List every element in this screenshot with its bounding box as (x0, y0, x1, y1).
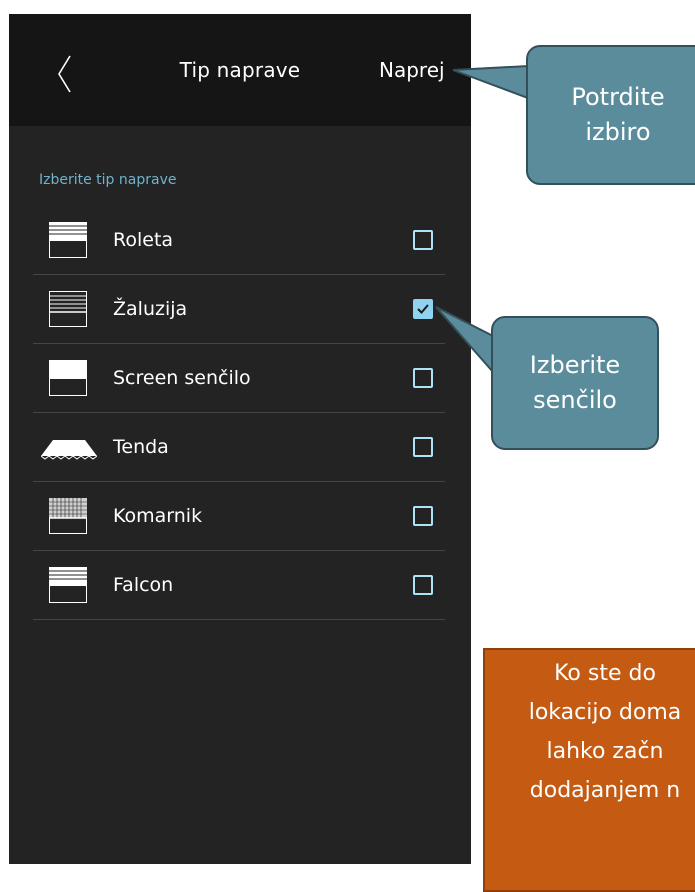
tooltip-select-shade: Izberite senčilo (491, 316, 659, 450)
info-note-line: lokacijo doma (528, 700, 682, 725)
tooltip-confirm-selection: Potrdite izbiro (526, 45, 695, 185)
checkbox[interactable] (413, 368, 433, 388)
tooltip-text: Potrdite (571, 83, 665, 111)
device-type-list: Roleta Žaluzija Screen senčilo Tenda Kom… (33, 206, 445, 620)
info-note-line: Ko ste do (554, 661, 656, 686)
checkbox[interactable] (413, 230, 433, 250)
list-item-label: Roleta (113, 229, 174, 251)
checkbox-checked[interactable] (413, 299, 433, 319)
app-screen: Tip naprave Naprej Izberite tip naprave … (9, 14, 471, 864)
insect-screen-icon (49, 498, 87, 534)
tooltip-text: Izberite (529, 351, 621, 379)
falcon-shade-icon (49, 567, 87, 603)
list-item-tenda[interactable]: Tenda (33, 413, 445, 482)
checkmark-icon (417, 304, 429, 314)
list-item-label: Tenda (113, 436, 169, 458)
info-note: Ko ste do lokacijo doma lahko začn dodaj… (483, 648, 695, 892)
list-item-falcon[interactable]: Falcon (33, 551, 445, 620)
list-item-screen-sencilo[interactable]: Screen senčilo (33, 344, 445, 413)
checkbox[interactable] (413, 437, 433, 457)
info-note-line: lahko začn (546, 739, 664, 764)
roller-shutter-icon (49, 222, 87, 258)
checkbox[interactable] (413, 506, 433, 526)
list-item-roleta[interactable]: Roleta (33, 206, 445, 275)
tooltip-text: senčilo (533, 386, 617, 414)
info-note-line: dodajanjem n (529, 778, 681, 803)
list-item-label: Screen senčilo (113, 367, 251, 389)
tooltip-text: izbiro (585, 118, 651, 146)
section-label: Izberite tip naprave (39, 172, 177, 188)
list-item-label: Žaluzija (113, 298, 188, 320)
venetian-blind-icon (49, 291, 87, 327)
screen-shade-icon (49, 360, 87, 396)
list-item-label: Komarnik (113, 505, 203, 527)
top-bar: Tip naprave Naprej (9, 14, 471, 126)
next-button[interactable]: Naprej (379, 58, 445, 82)
awning-icon (41, 440, 97, 460)
list-item-label: Falcon (113, 574, 174, 596)
checkbox[interactable] (413, 575, 433, 595)
list-item-komarnik[interactable]: Komarnik (33, 482, 445, 551)
list-item-zaluzija[interactable]: Žaluzija (33, 275, 445, 344)
